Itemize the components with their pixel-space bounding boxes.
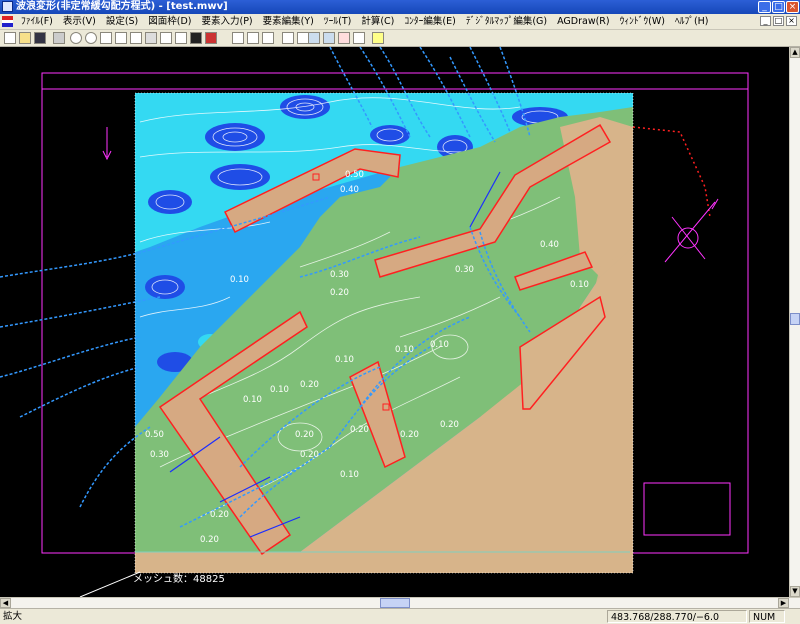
menu-settings[interactable]: 設定(S) bbox=[101, 14, 143, 29]
menu-contour-edit[interactable]: ｺﾝﾀｰ編集(E) bbox=[399, 14, 460, 29]
minimize-button[interactable]: _ bbox=[758, 1, 771, 13]
contour-label: 0.20 bbox=[400, 430, 419, 440]
contour-label: 0.30 bbox=[150, 450, 169, 460]
contour-label: 0.20 bbox=[330, 288, 349, 298]
app-icon[interactable] bbox=[2, 1, 13, 12]
menu-view[interactable]: 表示(V) bbox=[58, 14, 101, 29]
image-icon[interactable] bbox=[205, 32, 217, 44]
maximize-button[interactable]: □ bbox=[772, 1, 785, 13]
grid-icon[interactable] bbox=[160, 32, 172, 44]
save-icon[interactable] bbox=[34, 32, 46, 44]
contour-label: 0.10 bbox=[270, 385, 289, 395]
contour-label: 0.40 bbox=[540, 240, 559, 250]
horizontal-scroll-thumb[interactable] bbox=[380, 598, 410, 608]
menu-agdraw[interactable]: AGDraw(R) bbox=[552, 14, 615, 29]
menu-drawing-frame[interactable]: 図面枠(D) bbox=[143, 14, 196, 29]
scroll-left-button[interactable]: ◀ bbox=[0, 598, 11, 608]
contour-label: 0.20 bbox=[440, 420, 459, 430]
menu-tools[interactable]: ﾂｰﾙ(T) bbox=[319, 14, 356, 29]
status-coordinates: 483.768/288.770/−6.0 bbox=[607, 610, 747, 623]
contour-label: 0.30 bbox=[330, 270, 349, 280]
new-file-icon[interactable] bbox=[4, 32, 16, 44]
contour-label: 0.20 bbox=[300, 450, 319, 460]
zoom-out-icon[interactable] bbox=[85, 32, 97, 44]
wave-map[interactable]: 0.50 0.40 0.30 0.20 0.10 0.10 0.10 0.30 … bbox=[0, 47, 789, 597]
text-icon[interactable] bbox=[353, 32, 365, 44]
window-title: 波浪変形(非定常緩勾配方程式) - [test.mwv] bbox=[16, 1, 228, 12]
contour-label: 0.40 bbox=[340, 185, 359, 195]
fit-all-icon[interactable] bbox=[100, 32, 112, 44]
application-window: 波浪変形(非定常緩勾配方程式) - [test.mwv] _ □ × ﾌｧｲﾙ(… bbox=[0, 0, 800, 624]
title-bar[interactable]: 波浪変形(非定常緩勾配方程式) - [test.mwv] _ □ × bbox=[0, 0, 800, 14]
menu-bar: ﾌｧｲﾙ(F) 表示(V) 設定(S) 図面枠(D) 要素入力(P) 要素編集(… bbox=[0, 14, 800, 30]
help-icon[interactable] bbox=[372, 32, 384, 44]
contour-label: 0.50 bbox=[345, 170, 364, 180]
layer-icon[interactable] bbox=[308, 32, 320, 44]
vertical-scrollbar[interactable]: ▲ ▼ bbox=[789, 47, 800, 597]
redraw-icon[interactable] bbox=[145, 32, 157, 44]
drawing-canvas[interactable]: 0.50 0.40 0.30 0.20 0.10 0.10 0.10 0.30 … bbox=[0, 47, 789, 597]
zoom-previous-icon[interactable] bbox=[130, 32, 142, 44]
mdi-close-button[interactable]: × bbox=[786, 16, 797, 26]
contour-label: 0.20 bbox=[210, 510, 229, 520]
horizontal-scrollbar[interactable]: ◀ ▶ bbox=[0, 597, 800, 608]
element-icon[interactable] bbox=[175, 32, 187, 44]
contour-label: 0.20 bbox=[200, 535, 219, 545]
scroll-right-button[interactable]: ▶ bbox=[778, 598, 789, 608]
open-folder-icon[interactable] bbox=[19, 32, 31, 44]
contour-label: 0.10 bbox=[243, 395, 262, 405]
zoom-window-icon[interactable] bbox=[115, 32, 127, 44]
contour-label: 0.10 bbox=[570, 280, 589, 290]
contour-label: 0.10 bbox=[230, 275, 249, 285]
scroll-down-button[interactable]: ▼ bbox=[790, 586, 800, 597]
status-bar: 拡大 483.768/288.770/−6.0 NUM bbox=[0, 608, 800, 624]
vector-icon[interactable] bbox=[338, 32, 350, 44]
mesh-icon[interactable] bbox=[247, 32, 259, 44]
point-icon[interactable] bbox=[282, 32, 294, 44]
menu-help[interactable]: ﾍﾙﾌﾟ(H) bbox=[670, 14, 714, 29]
contour-label: 0.30 bbox=[455, 265, 474, 275]
menu-element-input[interactable]: 要素入力(P) bbox=[197, 14, 258, 29]
contour-label: 0.20 bbox=[295, 430, 314, 440]
contour-label: 0.50 bbox=[145, 430, 164, 440]
contour-label: 0.10 bbox=[395, 345, 414, 355]
close-button[interactable]: × bbox=[786, 1, 799, 13]
menu-element-edit[interactable]: 要素編集(Y) bbox=[258, 14, 319, 29]
contour-label: 0.10 bbox=[430, 340, 449, 350]
status-num: NUM bbox=[749, 610, 785, 623]
contour-label: 0.20 bbox=[300, 380, 319, 390]
scale-bar-icon[interactable] bbox=[190, 32, 202, 44]
zoom-in-icon[interactable] bbox=[70, 32, 82, 44]
node-icon[interactable] bbox=[262, 32, 274, 44]
menu-file[interactable]: ﾌｧｲﾙ(F) bbox=[16, 14, 58, 29]
contour-icon[interactable] bbox=[323, 32, 335, 44]
status-mode: 拡大 bbox=[3, 611, 23, 622]
chart-icon[interactable] bbox=[232, 32, 244, 44]
mdi-minimize-button[interactable]: _ bbox=[760, 16, 771, 26]
scroll-up-button[interactable]: ▲ bbox=[790, 47, 800, 58]
toolbar bbox=[0, 30, 800, 47]
contour-label: 0.10 bbox=[340, 470, 359, 480]
contour-label: 0.20 bbox=[350, 425, 369, 435]
mesh-count-label: メッシュ数：48825 bbox=[133, 572, 225, 585]
vertical-scroll-thumb[interactable] bbox=[790, 313, 800, 325]
menu-calculate[interactable]: 計算(C) bbox=[356, 14, 399, 29]
contour-label: 0.10 bbox=[335, 355, 354, 365]
print-icon[interactable] bbox=[53, 32, 65, 44]
menu-window[interactable]: ｳｨﾝﾄﾞｳ(W) bbox=[615, 14, 670, 29]
mdi-restore-button[interactable]: □ bbox=[773, 16, 784, 26]
menu-digital-map-edit[interactable]: ﾃﾞｼﾞﾀﾙﾏｯﾌﾟ編集(G) bbox=[461, 14, 552, 29]
document-icon[interactable] bbox=[2, 16, 13, 27]
